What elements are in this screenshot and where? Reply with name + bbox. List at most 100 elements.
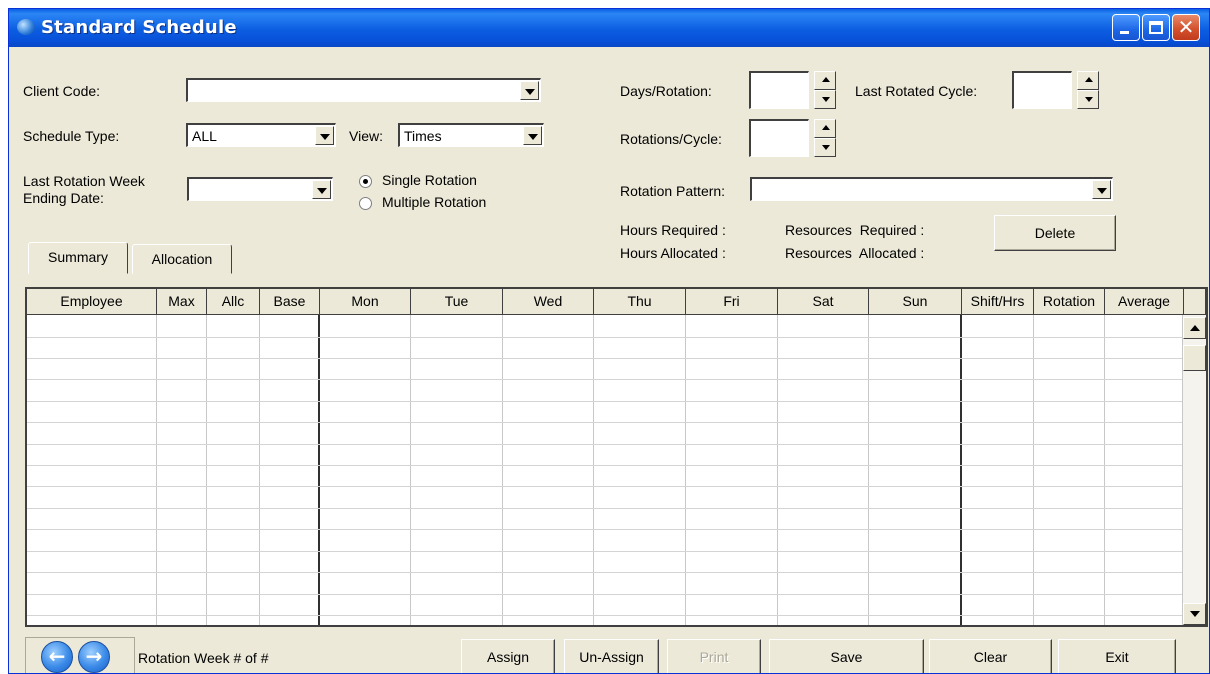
row-divider: [27, 444, 1185, 445]
tab-summary-label: Summary: [48, 249, 108, 265]
single-rotation-label: Single Rotation: [382, 172, 477, 188]
column-divider: [593, 315, 594, 625]
arrow-left-icon: ←: [48, 644, 66, 668]
column-header-sun[interactable]: Sun: [869, 289, 962, 315]
minimize-button[interactable]: [1112, 14, 1140, 41]
next-button[interactable]: →: [78, 641, 110, 673]
unassign-button[interactable]: Un-Assign: [564, 639, 659, 673]
column-header-max[interactable]: Max: [157, 289, 207, 315]
row-divider: [27, 465, 1185, 466]
column-divider: [960, 315, 962, 625]
scroll-thumb[interactable]: [1183, 345, 1206, 371]
row-divider: [27, 551, 1185, 552]
column-divider: [156, 315, 157, 625]
vertical-scrollbar[interactable]: [1182, 315, 1206, 625]
tab-allocation[interactable]: Allocation: [132, 244, 232, 274]
window-title: Standard Schedule: [41, 17, 237, 38]
days-rotation-label: Days/Rotation:: [620, 83, 712, 99]
hours-required-label: Hours Required :: [620, 222, 726, 238]
assign-button[interactable]: Assign: [461, 639, 555, 673]
column-header-sat[interactable]: Sat: [778, 289, 869, 315]
close-icon: ✕: [1177, 15, 1195, 39]
row-divider: [27, 594, 1185, 595]
client-code-combo[interactable]: [186, 78, 541, 102]
scroll-up-icon[interactable]: [1183, 317, 1206, 339]
column-divider: [685, 315, 686, 625]
last-rotated-cycle-label: Last Rotated Cycle:: [855, 83, 978, 99]
close-button[interactable]: ✕: [1172, 14, 1200, 41]
tab-summary[interactable]: Summary: [28, 242, 128, 274]
schedule-type-combo[interactable]: ALL: [186, 123, 336, 147]
previous-button[interactable]: ←: [41, 641, 73, 673]
spin-down-icon[interactable]: [814, 90, 836, 109]
resources-allocated-label: Resources Allocated :: [785, 245, 925, 261]
scroll-down-icon[interactable]: [1183, 603, 1206, 625]
chevron-down-icon[interactable]: [312, 180, 331, 199]
save-button[interactable]: Save: [769, 639, 924, 673]
column-divider: [1104, 315, 1105, 625]
rotations-cycle-label: Rotations/Cycle:: [620, 131, 722, 147]
column-divider: [1033, 315, 1034, 625]
chevron-down-icon[interactable]: [315, 126, 334, 145]
single-rotation-radio[interactable]: [359, 175, 372, 188]
column-header-thu[interactable]: Thu: [594, 289, 686, 315]
spin-down-icon[interactable]: [1077, 90, 1099, 109]
rotation-pattern-combo[interactable]: [750, 177, 1113, 201]
spin-up-icon[interactable]: [814, 119, 836, 138]
row-divider: [27, 401, 1185, 402]
view-combo[interactable]: Times: [398, 123, 544, 147]
column-header-shift-hrs[interactable]: Shift/Hrs: [962, 289, 1034, 315]
save-label: Save: [830, 649, 863, 665]
column-header-employee[interactable]: Employee: [27, 289, 157, 315]
row-divider: [27, 508, 1185, 509]
column-header-base[interactable]: Base: [260, 289, 320, 315]
maximize-button[interactable]: [1142, 14, 1170, 41]
multiple-rotation-label: Multiple Rotation: [382, 194, 487, 210]
column-header-mon[interactable]: Mon: [320, 289, 411, 315]
column-header-corner: [1184, 289, 1206, 315]
days-rotation-spinner[interactable]: [749, 71, 836, 109]
arrow-right-icon: →: [85, 644, 103, 668]
column-header-wed[interactable]: Wed: [503, 289, 594, 315]
spin-down-icon[interactable]: [814, 138, 836, 157]
minimize-icon: [1120, 31, 1129, 34]
delete-button[interactable]: Delete: [994, 215, 1116, 251]
title-bar[interactable]: Standard Schedule ✕: [9, 9, 1209, 47]
multiple-rotation-radio[interactable]: [359, 197, 372, 210]
app-icon: [17, 19, 35, 35]
chevron-down-icon[interactable]: [520, 81, 539, 100]
rotation-pattern-label: Rotation Pattern:: [620, 183, 726, 199]
column-header-average[interactable]: Average: [1105, 289, 1184, 315]
column-header-tue[interactable]: Tue: [411, 289, 503, 315]
exit-button[interactable]: Exit: [1058, 639, 1176, 673]
spin-up-icon[interactable]: [814, 71, 836, 90]
exit-label: Exit: [1105, 649, 1129, 665]
rotations-cycle-spinner[interactable]: [749, 119, 836, 157]
row-divider: [27, 529, 1185, 530]
row-divider: [27, 358, 1185, 359]
clear-label: Clear: [973, 649, 1008, 665]
row-divider: [27, 486, 1185, 487]
column-header-allc[interactable]: Allc: [207, 289, 260, 315]
schedule-grid[interactable]: Employee Max Allc Base Mon Tue Wed Thu F…: [25, 287, 1208, 627]
spin-up-icon[interactable]: [1077, 71, 1099, 90]
column-divider: [318, 315, 320, 625]
delete-label: Delete: [1034, 225, 1076, 241]
column-header-rotation[interactable]: Rotation: [1034, 289, 1105, 315]
column-divider: [868, 315, 869, 625]
rotation-week-text: Rotation Week # of #: [138, 650, 269, 666]
row-divider: [27, 379, 1185, 380]
print-button[interactable]: Print: [667, 639, 761, 673]
last-rotated-cycle-spinner[interactable]: [1012, 71, 1099, 109]
print-label: Print: [699, 649, 729, 665]
chevron-down-icon[interactable]: [1092, 180, 1111, 199]
clear-button[interactable]: Clear: [929, 639, 1052, 673]
last-rotation-week-combo[interactable]: [187, 177, 333, 201]
column-divider: [206, 315, 207, 625]
unassign-label: Un-Assign: [579, 649, 644, 665]
column-header-fri[interactable]: Fri: [686, 289, 778, 315]
schedule-type-label: Schedule Type:: [23, 128, 120, 144]
chevron-down-icon[interactable]: [523, 126, 542, 145]
assign-label: Assign: [486, 649, 530, 665]
rotations-cycle-stepper: [814, 119, 836, 157]
